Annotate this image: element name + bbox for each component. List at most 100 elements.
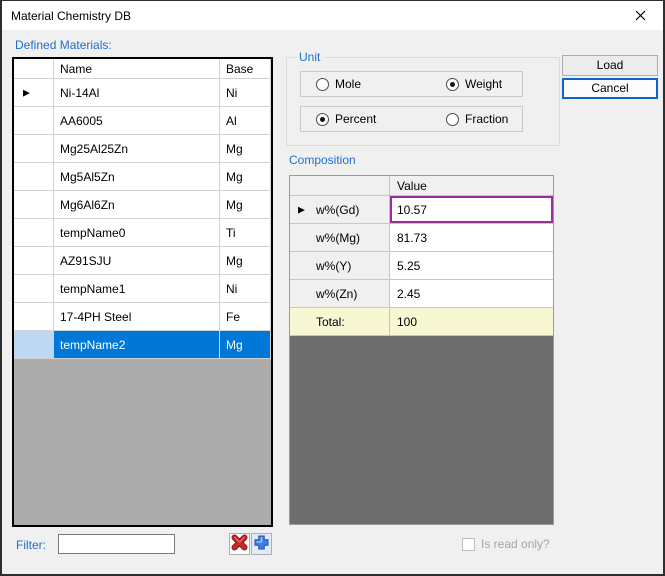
material-base-cell[interactable]: Mg xyxy=(220,247,271,275)
value-column-header[interactable]: Value xyxy=(390,176,553,196)
material-chemistry-dialog: Material Chemistry DB Defined Materials:… xyxy=(0,0,665,576)
material-name-cell[interactable]: 17-4PH Steel xyxy=(54,303,220,331)
component-name: w%(Y) xyxy=(316,259,351,273)
composition-total-row: Total: 100 xyxy=(290,308,553,336)
materials-grid-empty-area xyxy=(14,359,271,525)
table-row[interactable]: ▶ Ni-14Al Ni xyxy=(14,79,271,107)
table-row[interactable]: AZ91SJU Mg xyxy=(14,247,271,275)
material-base-cell[interactable]: Mg xyxy=(220,163,271,191)
material-name-cell[interactable]: AA6005 xyxy=(54,107,220,135)
name-column-header[interactable]: Name xyxy=(54,59,220,79)
material-base-cell[interactable]: Ti xyxy=(220,219,271,247)
close-button[interactable] xyxy=(623,5,657,27)
composition-row-current[interactable]: ▶ w%(Gd) 10.57 xyxy=(290,196,553,224)
total-value-cell: 100 xyxy=(390,308,553,336)
table-row[interactable]: Mg6Al6Zn Mg xyxy=(14,191,271,219)
component-name: w%(Mg) xyxy=(316,231,360,245)
row-selector-cell[interactable] xyxy=(14,303,54,331)
material-base-cell[interactable]: Fe xyxy=(220,303,271,331)
component-value-cell[interactable]: 5.25 xyxy=(390,252,553,280)
radio-checked-icon xyxy=(316,113,329,126)
add-material-button[interactable] xyxy=(251,533,272,555)
component-header-cell xyxy=(290,176,390,196)
composition-row[interactable]: w%(Mg) 81.73 xyxy=(290,224,553,252)
composition-grid-header: Value xyxy=(290,176,553,196)
component-value-cell[interactable]: 2.45 xyxy=(390,280,553,308)
component-name-cell[interactable]: w%(Y) xyxy=(290,252,390,280)
radio-percent-label: Percent xyxy=(335,112,376,126)
radio-fraction[interactable]: Fraction xyxy=(446,112,508,126)
component-name-cell[interactable]: w%(Zn) xyxy=(290,280,390,308)
table-row[interactable]: 17-4PH Steel Fe xyxy=(14,303,271,331)
window-title: Material Chemistry DB xyxy=(11,9,131,23)
unit-groupbox-label: Unit xyxy=(295,50,324,64)
material-name-cell[interactable]: tempName2 xyxy=(54,331,220,359)
filter-input[interactable] xyxy=(58,534,175,554)
is-read-only-label: Is read only? xyxy=(481,537,550,551)
material-name-cell[interactable]: AZ91SJU xyxy=(54,247,220,275)
row-selector-cell[interactable] xyxy=(14,135,54,163)
table-row-selected[interactable]: tempName2 Mg xyxy=(14,331,271,359)
composition-grid: Value ▶ w%(Gd) 10.57 w%(Mg) 81.73 w%(Y) … xyxy=(289,175,554,525)
radio-weight[interactable]: Weight xyxy=(446,77,502,91)
composition-row[interactable]: w%(Y) 5.25 xyxy=(290,252,553,280)
component-value-cell[interactable]: 10.57 xyxy=(390,196,553,224)
unit-scale-panel: Percent Fraction xyxy=(300,106,523,132)
composition-label: Composition xyxy=(289,153,356,167)
radio-unchecked-icon xyxy=(316,78,329,91)
row-selector-cell[interactable] xyxy=(14,163,54,191)
row-selector-cell[interactable] xyxy=(14,247,54,275)
is-read-only-checkbox[interactable]: Is read only? xyxy=(462,537,550,551)
delete-material-button[interactable] xyxy=(229,533,250,555)
current-row-arrow-icon: ▶ xyxy=(23,88,30,97)
table-row[interactable]: Mg25Al25Zn Mg xyxy=(14,135,271,163)
composition-row[interactable]: w%(Zn) 2.45 xyxy=(290,280,553,308)
cancel-button[interactable]: Cancel xyxy=(562,78,658,99)
row-selector-cell[interactable] xyxy=(14,219,54,247)
radio-checked-icon xyxy=(446,78,459,91)
material-name-cell[interactable]: tempName1 xyxy=(54,275,220,303)
component-name: w%(Gd) xyxy=(316,203,359,217)
material-base-cell[interactable]: Al xyxy=(220,107,271,135)
row-selector-cell[interactable] xyxy=(14,331,54,359)
row-selector-cell[interactable]: ▶ xyxy=(14,79,54,107)
load-button[interactable]: Load xyxy=(562,55,658,76)
component-name-cell[interactable]: ▶ w%(Gd) xyxy=(290,196,390,224)
total-label-cell: Total: xyxy=(290,308,390,336)
material-name-cell[interactable]: Ni-14Al xyxy=(54,79,220,107)
radio-percent[interactable]: Percent xyxy=(316,112,376,126)
radio-weight-label: Weight xyxy=(465,77,502,91)
composition-grid-empty-area xyxy=(290,336,553,524)
row-selector-cell[interactable] xyxy=(14,191,54,219)
add-icon xyxy=(253,534,270,554)
unit-groupbox: Unit Mole Weight Percent Fraction xyxy=(286,57,560,146)
table-row[interactable]: tempName0 Ti xyxy=(14,219,271,247)
component-value-cell[interactable]: 81.73 xyxy=(390,224,553,252)
unit-basis-panel: Mole Weight xyxy=(300,71,523,97)
row-selector-cell[interactable] xyxy=(14,275,54,303)
table-row[interactable]: tempName1 Ni xyxy=(14,275,271,303)
radio-mole[interactable]: Mole xyxy=(316,77,361,91)
material-base-cell[interactable]: Ni xyxy=(220,275,271,303)
material-base-cell[interactable]: Mg xyxy=(220,331,271,359)
material-name-cell[interactable]: Mg5Al5Zn xyxy=(54,163,220,191)
material-name-cell[interactable]: Mg25Al25Zn xyxy=(54,135,220,163)
material-base-cell[interactable]: Mg xyxy=(220,135,271,163)
material-base-cell[interactable]: Ni xyxy=(220,79,271,107)
close-icon xyxy=(635,9,646,24)
radio-mole-label: Mole xyxy=(335,77,361,91)
filter-label: Filter: xyxy=(16,538,46,552)
base-column-header[interactable]: Base xyxy=(220,59,271,79)
table-row[interactable]: Mg5Al5Zn Mg xyxy=(14,163,271,191)
current-row-arrow-icon: ▶ xyxy=(298,205,305,214)
component-name-cell[interactable]: w%(Mg) xyxy=(290,224,390,252)
table-row[interactable]: AA6005 Al xyxy=(14,107,271,135)
material-name-cell[interactable]: Mg6Al6Zn xyxy=(54,191,220,219)
material-base-cell[interactable]: Mg xyxy=(220,191,271,219)
radio-unchecked-icon xyxy=(446,113,459,126)
materials-grid: Name Base ▶ Ni-14Al Ni AA6005 Al Mg25Al2… xyxy=(12,57,273,527)
material-name-cell[interactable]: tempName0 xyxy=(54,219,220,247)
title-bar[interactable]: Material Chemistry DB xyxy=(2,1,663,30)
checkbox-unchecked-icon xyxy=(462,538,475,551)
row-selector-cell[interactable] xyxy=(14,107,54,135)
